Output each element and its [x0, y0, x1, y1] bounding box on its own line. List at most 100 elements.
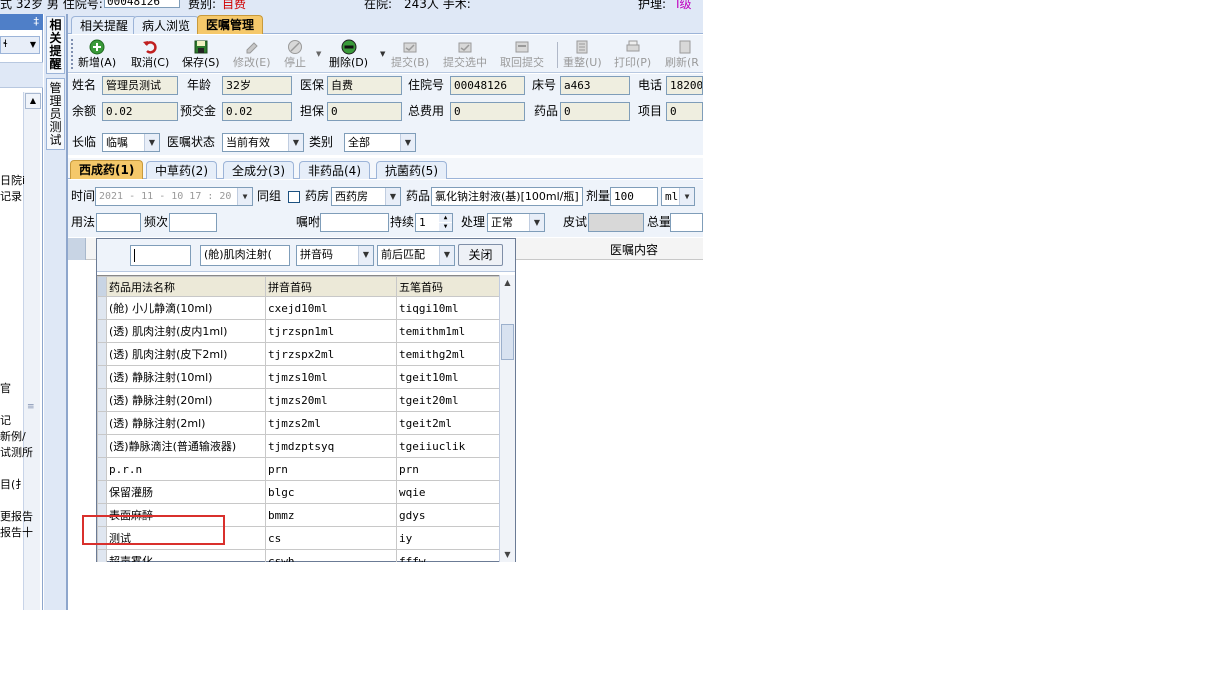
table-row[interactable]: (舱) 小儿静滴(10ml) cxejd10ml tiqgi10ml: [97, 296, 499, 320]
total-quantity-input[interactable]: [670, 213, 703, 232]
stop-button[interactable]: 停止: [284, 39, 306, 71]
left-clip-text-5: 试测所: [0, 446, 33, 459]
sub-tab-herbal-label: 中草药(2): [155, 164, 208, 178]
cell-pinyin: prn: [265, 457, 397, 481]
delete-button[interactable]: 删除(D): [329, 39, 368, 71]
cancel-label: 取消(C): [131, 56, 170, 69]
table-row[interactable]: (透) 静脉注射(2ml) tjmzs2ml tgeit2ml: [97, 411, 499, 435]
popup-match-mode-select[interactable]: 前后匹配 ▼: [377, 245, 455, 266]
dose-input[interactable]: 100: [610, 187, 658, 206]
prepay-field: 0.02: [222, 102, 292, 121]
submit-selected-icon: [458, 42, 472, 53]
category-select[interactable]: 全部 ▼: [344, 133, 416, 152]
spin-up-icon[interactable]: ▲: [439, 214, 452, 222]
sub-tab-non-drug-label: 非药品(4): [308, 164, 361, 178]
table-row[interactable]: p.r.n prn prn: [97, 457, 499, 481]
left-clip-text-6: 目(扌: [0, 478, 27, 491]
scroll-up-icon[interactable]: ▲: [25, 93, 41, 109]
col-usage-name[interactable]: 药品用法名称: [106, 276, 266, 297]
time-label: 时间: [71, 189, 96, 203]
cell-wubi: tgeit20ml: [396, 388, 499, 412]
scroll-down-icon[interactable]: ▼: [501, 548, 514, 561]
side-tab-patient[interactable]: 管理员测试: [46, 78, 65, 150]
top-status-bar: 式 32岁 男 住院号: 00048126 费别: 自费 在院: 243人 手术…: [0, 0, 703, 14]
balance-label: 余额: [72, 104, 97, 118]
edit-button[interactable]: 修改(E): [233, 39, 271, 71]
unit-select[interactable]: ml ▼: [661, 187, 695, 206]
drug-count-label: 药品: [534, 104, 559, 118]
cancel-button[interactable]: 取消(C): [131, 39, 169, 71]
cell-pinyin: cswh: [265, 549, 397, 562]
sub-tab-full-component[interactable]: 全成分(3): [223, 161, 294, 179]
pin-icon[interactable]: ‡: [34, 14, 40, 30]
order-type-select[interactable]: 临嘱 ▼: [102, 133, 160, 152]
same-group-label: 同组: [257, 189, 282, 203]
stop-dropdown-icon[interactable]: ▼: [316, 50, 321, 58]
duration-label: 持续: [390, 215, 415, 229]
drug-input[interactable]: 氯化钠注射液(基)[100ml/瓶]: [431, 187, 583, 206]
total-fee-field: 0: [450, 102, 525, 121]
new-label: 新增(A): [78, 56, 117, 69]
delete-dropdown-icon[interactable]: ▼: [380, 50, 385, 58]
tab-order-management[interactable]: 医嘱管理: [197, 15, 264, 34]
stop-label: 停止: [284, 56, 306, 69]
table-row[interactable]: (透) 静脉注射(20ml) tjmzs20ml tgeit20ml: [97, 388, 499, 412]
tab-related[interactable]: 相关提醒: [71, 16, 138, 34]
popup-scrollbar[interactable]: ▲ ▼: [499, 275, 515, 562]
usage-input[interactable]: [96, 213, 141, 232]
frequency-input[interactable]: [169, 213, 217, 232]
order-status-value: 当前有效: [226, 136, 270, 149]
new-button[interactable]: 新增(A): [78, 39, 116, 71]
top-nurse-value: I级护: [676, 0, 692, 11]
highlight-box: [82, 515, 225, 545]
table-row[interactable]: (透)静脉滴注(普通输液器) tjmdzptsyq tgeiiuclik: [97, 434, 499, 458]
table-row[interactable]: 保留灌肠 blgc wqie: [97, 480, 499, 504]
sub-tab-antibiotic[interactable]: 抗菌药(5): [376, 161, 447, 179]
withdraw-button[interactable]: 取回提交: [500, 39, 544, 71]
left-panel-dropdown[interactable]: ɬ ▼: [0, 36, 40, 54]
category-value: 全部: [348, 136, 370, 149]
row-indicator: [97, 342, 107, 366]
table-row[interactable]: (透) 肌肉注射(皮下2ml) tjrzspx2ml temithg2ml: [97, 342, 499, 366]
popup-close-button[interactable]: 关闭: [458, 244, 503, 266]
spin-down-icon[interactable]: ▼: [439, 223, 452, 231]
admission-field: 00048126: [450, 76, 525, 95]
table-row[interactable]: (透) 肌肉注射(皮内1ml) tjrzspn1ml temithm1ml: [97, 319, 499, 343]
tab-patient-browse[interactable]: 病人浏览: [133, 16, 200, 34]
cell-name: (透) 肌肉注射(皮内1ml): [106, 319, 266, 343]
popup-code-type-select[interactable]: 拼音码 ▼: [296, 245, 374, 266]
pharmacy-select[interactable]: 西药房 ▼: [331, 187, 401, 206]
bed-field: a463: [560, 76, 630, 95]
cell-wubi: prn: [396, 457, 499, 481]
popup-search-input[interactable]: [130, 245, 191, 266]
time-picker[interactable]: 2021 - 11 - 10 17 : 20 ▼: [95, 187, 253, 206]
sub-tab-non-drug[interactable]: 非药品(4): [299, 161, 370, 179]
sub-tab-herbal[interactable]: 中草药(2): [146, 161, 217, 179]
process-select[interactable]: 正常 ▼: [487, 213, 545, 232]
sub-tab-western[interactable]: 西成药(1): [70, 160, 144, 179]
duration-input[interactable]: 1 ▲ ▼: [415, 213, 453, 232]
col-wubi-code[interactable]: 五笔首码: [396, 276, 499, 297]
stop-icon: [288, 40, 302, 54]
print-button[interactable]: 打印(P): [614, 39, 651, 71]
cell-pinyin: blgc: [265, 480, 397, 504]
cell-wubi: tgeit2ml: [396, 411, 499, 435]
refresh-button[interactable]: 刷新(R: [665, 39, 703, 71]
scroll-up-icon[interactable]: ▲: [501, 276, 514, 289]
side-tab-related[interactable]: 相关提醒: [46, 16, 65, 74]
left-clip-text-0: 日院i: [0, 174, 26, 187]
order-status-select[interactable]: 当前有效 ▼: [222, 133, 304, 152]
popup-grid-header: 药品用法名称 拼音首码 五笔首码: [97, 276, 499, 297]
reorder-button[interactable]: 重整(U): [563, 39, 602, 71]
same-group-checkbox[interactable]: [288, 191, 300, 203]
submit-button[interactable]: 提交(B): [391, 39, 429, 71]
cell-wubi: gdys: [396, 503, 499, 527]
left-clip-text-2: 官: [0, 382, 11, 395]
col-pinyin-code[interactable]: 拼音首码: [265, 276, 397, 297]
instruction-input[interactable]: [320, 213, 389, 232]
scroll-thumb[interactable]: [501, 324, 514, 360]
table-row[interactable]: 超声雾化 cswh fffw: [97, 549, 499, 562]
save-button[interactable]: 保存(S): [182, 39, 220, 71]
table-row[interactable]: (透) 静脉注射(10ml) tjmzs10ml tgeit10ml: [97, 365, 499, 389]
submit-selected-button[interactable]: 提交选中: [443, 39, 487, 71]
